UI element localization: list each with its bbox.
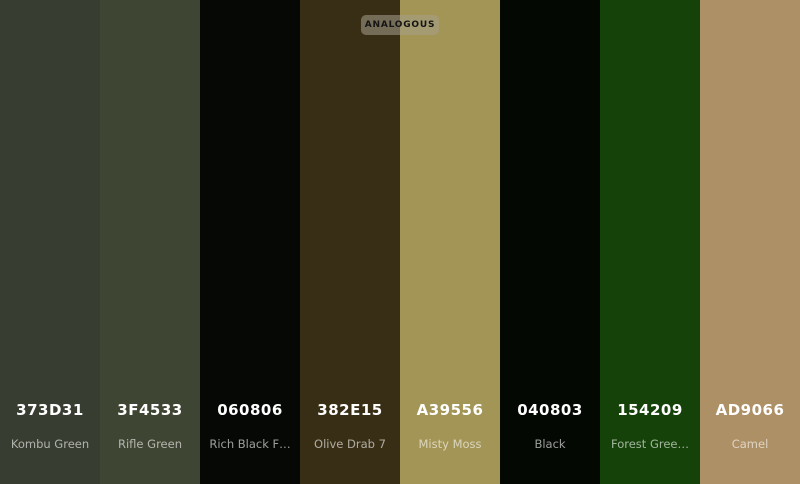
- swatch-hex[interactable]: 373D31: [0, 401, 100, 419]
- swatch-hex[interactable]: 060806: [200, 401, 300, 419]
- swatch-name: Forest Gree…: [611, 437, 689, 451]
- swatch-name: Olive Drab 7: [314, 437, 386, 451]
- color-palette: 373D31 Kombu Green 3F4533 Rifle Green 06…: [0, 0, 800, 484]
- swatch-rich-black[interactable]: 060806 Rich Black F…: [200, 0, 300, 484]
- swatch-hex[interactable]: 154209: [600, 401, 700, 419]
- swatch-name: Camel: [731, 437, 769, 451]
- swatch-hex[interactable]: AD9066: [700, 401, 800, 419]
- swatch-name: Misty Moss: [418, 437, 482, 451]
- swatch-camel[interactable]: AD9066 Camel: [700, 0, 800, 484]
- swatch-black[interactable]: 040803 Black: [500, 0, 600, 484]
- swatch-olive-drab[interactable]: 382E15 Olive Drab 7: [300, 0, 400, 484]
- swatch-hex[interactable]: 3F4533: [100, 401, 200, 419]
- swatch-hex[interactable]: A39556: [400, 401, 500, 419]
- swatch-rifle-green[interactable]: 3F4533 Rifle Green: [100, 0, 200, 484]
- swatch-hex[interactable]: 040803: [500, 401, 600, 419]
- analogous-badge[interactable]: ANALOGOUS: [361, 15, 439, 35]
- swatch-forest-green[interactable]: 154209 Forest Gree…: [600, 0, 700, 484]
- swatch-name: Rich Black F…: [209, 437, 291, 451]
- swatch-misty-moss[interactable]: A39556 Misty Moss: [400, 0, 500, 484]
- swatch-name: Kombu Green: [10, 437, 90, 451]
- swatch-name: Rifle Green: [118, 437, 182, 451]
- swatch-name: Black: [534, 437, 566, 451]
- swatch-kombu-green[interactable]: 373D31 Kombu Green: [0, 0, 100, 484]
- swatch-hex[interactable]: 382E15: [300, 401, 400, 419]
